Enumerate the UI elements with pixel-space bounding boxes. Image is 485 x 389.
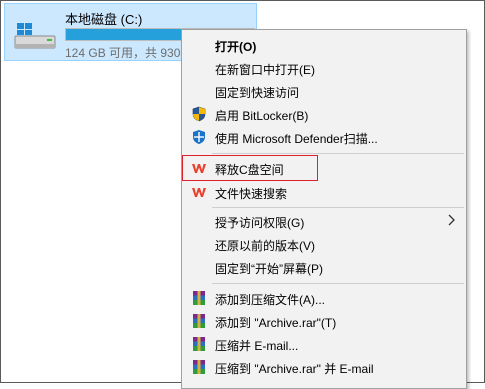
menu-item-label: 使用 Microsoft Defender扫描... — [215, 132, 378, 146]
highlight-annotation-box — [182, 155, 318, 181]
menu-item-label: 文件快速搜索 — [215, 187, 288, 201]
menu-item-label: 添加到压缩文件(A)... — [215, 293, 325, 307]
winrar-icon — [193, 337, 205, 351]
menu-item-label: 添加到 "Archive.rar"(T) — [215, 316, 337, 330]
menu-separator — [212, 153, 464, 154]
menu-item-label: 还原以前的版本(V) — [215, 239, 315, 253]
drive-name: 本地磁盘 (C:) — [65, 12, 143, 27]
menu-item-label: 授予访问权限(G) — [215, 216, 305, 230]
menu-item-add-to-archive[interactable]: 添加到压缩文件(A)... — [182, 287, 466, 309]
winrar-icon — [193, 360, 205, 374]
context-menu: 打开(O) 在新窗口中打开(E) 固定到快速访问 启用 BitLocker(B)… — [181, 29, 467, 389]
menu-item-label: 打开(O) — [215, 40, 257, 54]
menu-item-file-quick-search[interactable]: 文件快速搜索 — [182, 181, 466, 203]
menu-item-open[interactable]: 打开(O) — [182, 34, 466, 56]
defender-icon — [193, 130, 205, 144]
menu-item-bitlocker[interactable]: 启用 BitLocker(B) — [182, 103, 466, 125]
menu-item-open-new-window[interactable]: 在新窗口中打开(E) — [182, 57, 466, 79]
menu-item-restore-versions[interactable]: 还原以前的版本(V) — [182, 233, 466, 255]
menu-item-label: 在新窗口中打开(E) — [215, 63, 315, 77]
winrar-icon — [193, 291, 205, 305]
chevron-right-icon — [448, 214, 455, 226]
menu-separator — [212, 207, 464, 208]
shield-icon — [192, 106, 206, 122]
menu-item-label: 启用 BitLocker(B) — [215, 109, 309, 123]
menu-item-add-to-archive-rar[interactable]: 添加到 "Archive.rar"(T) — [182, 310, 466, 332]
hard-drive-icon — [14, 23, 56, 49]
menu-item-label: 固定到快速访问 — [215, 86, 300, 100]
menu-item-give-access[interactable]: 授予访问权限(G) — [182, 210, 466, 232]
menu-item-defender-scan[interactable]: 使用 Microsoft Defender扫描... — [182, 126, 466, 148]
menu-item-label: 压缩到 "Archive.rar" 并 E-mail — [215, 362, 374, 376]
menu-item-compress-to-rar-email[interactable]: 压缩到 "Archive.rar" 并 E-mail — [182, 356, 466, 378]
menu-item-compress-email[interactable]: 压缩并 E-mail... — [182, 333, 466, 355]
menu-item-pin-start[interactable]: 固定到“开始”屏幕(P) — [182, 256, 466, 278]
menu-item-label: 固定到“开始”屏幕(P) — [215, 262, 323, 276]
winrar-icon — [193, 314, 205, 328]
menu-separator — [212, 283, 464, 284]
menu-item-label: 压缩并 E-mail... — [215, 339, 299, 353]
menu-item-pin-quick-access[interactable]: 固定到快速访问 — [182, 80, 466, 102]
wps-icon — [192, 188, 206, 197]
